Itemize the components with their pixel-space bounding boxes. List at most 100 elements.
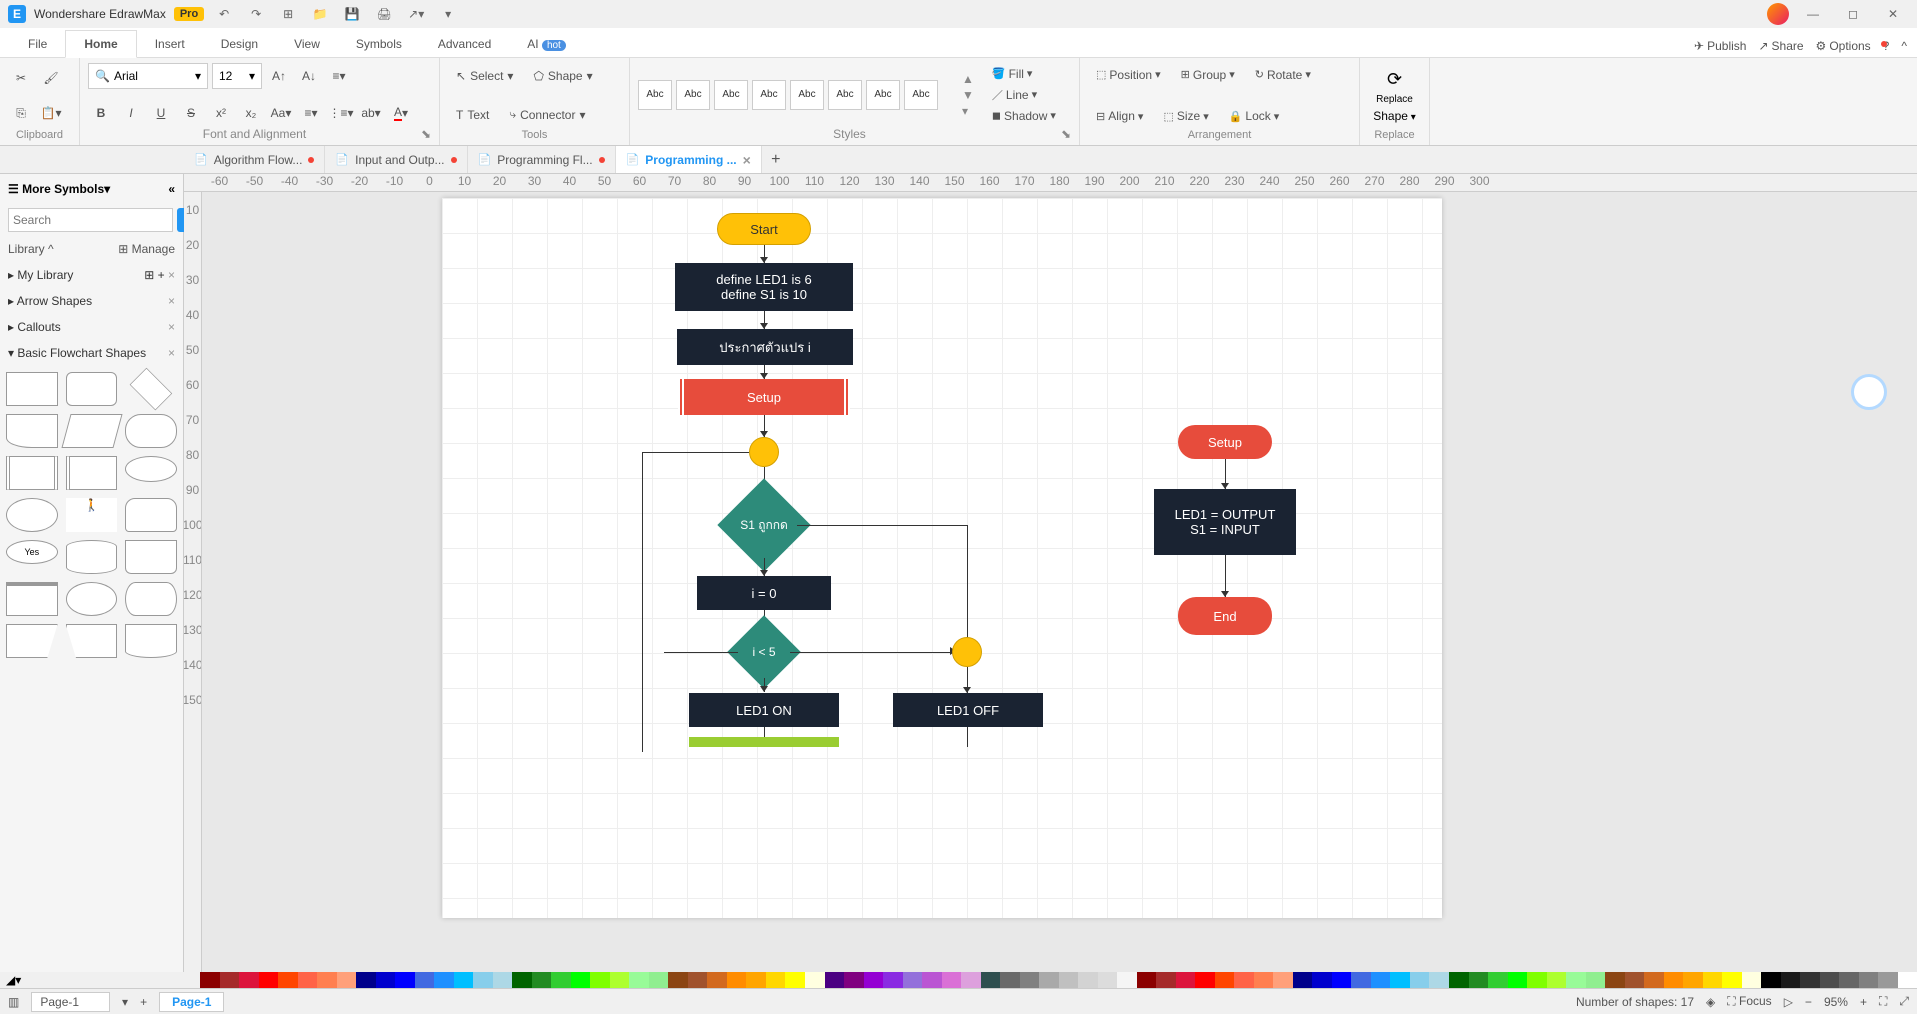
style-preset[interactable]: Abc: [638, 80, 672, 110]
color-swatch[interactable]: [1683, 972, 1703, 988]
shape-trap2[interactable]: [66, 624, 118, 658]
color-swatch[interactable]: [1371, 972, 1391, 988]
color-swatch[interactable]: [512, 972, 532, 988]
bold-icon[interactable]: B: [88, 100, 114, 126]
color-swatch[interactable]: [1566, 972, 1586, 988]
color-swatch[interactable]: [825, 972, 845, 988]
replace-shape-icon[interactable]: ⟳: [1387, 69, 1402, 90]
color-swatch[interactable]: [493, 972, 513, 988]
color-swatch[interactable]: [1898, 972, 1917, 988]
color-swatch[interactable]: [961, 972, 981, 988]
color-swatch[interactable]: [1761, 972, 1781, 988]
add-tab-button[interactable]: +: [762, 151, 790, 169]
color-swatch[interactable]: [864, 972, 884, 988]
color-swatch[interactable]: [1469, 972, 1489, 988]
page-dropdown-icon[interactable]: ▾: [122, 995, 128, 1009]
color-swatch[interactable]: [1625, 972, 1645, 988]
export-icon[interactable]: ↗▾: [404, 2, 428, 26]
fontsize-up-icon[interactable]: A↑: [266, 63, 292, 89]
color-swatch[interactable]: [610, 972, 630, 988]
shape-terminator[interactable]: [125, 414, 177, 448]
collapse-ribbon-icon[interactable]: ^: [1901, 39, 1907, 53]
color-swatch[interactable]: [434, 972, 454, 988]
color-swatch[interactable]: [1312, 972, 1332, 988]
position-button[interactable]: ⬚ Position▾: [1088, 66, 1169, 84]
color-swatch[interactable]: [1703, 972, 1723, 988]
color-swatch[interactable]: [1098, 972, 1118, 988]
fc-start[interactable]: Start: [717, 213, 811, 245]
presentation-icon[interactable]: ▷: [1784, 995, 1793, 1009]
menu-home[interactable]: Home: [65, 30, 136, 58]
fc-declare[interactable]: ประกาศตัวแปร i: [677, 329, 853, 365]
color-swatch[interactable]: [1254, 972, 1274, 988]
color-swatch[interactable]: [1781, 972, 1801, 988]
fc-izero[interactable]: i = 0: [697, 576, 831, 610]
add-page-button[interactable]: +: [140, 995, 147, 1009]
shape-ellipse[interactable]: [125, 456, 177, 482]
color-swatch[interactable]: [1059, 972, 1079, 988]
shape-tool[interactable]: ⬠ Shape ▾: [525, 63, 600, 89]
color-swatch[interactable]: [1488, 972, 1508, 988]
library-label[interactable]: Library ^: [8, 242, 54, 256]
fontsize-select[interactable]: 12▾: [212, 63, 262, 89]
collapse-sidebar-icon[interactable]: «: [168, 182, 175, 196]
color-swatch[interactable]: [1527, 972, 1547, 988]
shape-circle2[interactable]: [66, 582, 118, 616]
options-button[interactable]: ⚙ Options: [1816, 39, 1871, 53]
menu-ai[interactable]: AI hot: [509, 31, 584, 57]
maximize-icon[interactable]: ◻: [1837, 2, 1869, 26]
color-swatch[interactable]: [1156, 972, 1176, 988]
menu-advanced[interactable]: Advanced: [420, 31, 509, 57]
color-swatch[interactable]: [1839, 972, 1859, 988]
color-swatch[interactable]: [1859, 972, 1879, 988]
publish-button[interactable]: ✈ Publish: [1694, 39, 1746, 53]
color-swatch[interactable]: [903, 972, 923, 988]
size-button[interactable]: ⬚ Size▾: [1155, 107, 1216, 125]
search-input[interactable]: [8, 208, 173, 232]
menu-design[interactable]: Design: [203, 31, 276, 57]
shape-yes[interactable]: Yes: [6, 540, 58, 564]
color-swatch[interactable]: [1020, 972, 1040, 988]
color-swatch[interactable]: [1273, 972, 1293, 988]
underline-icon[interactable]: U: [148, 100, 174, 126]
rotate-button[interactable]: ↻ Rotate▾: [1247, 66, 1319, 84]
fc-output[interactable]: LED1 = OUTPUT S1 = INPUT: [1154, 489, 1296, 555]
fc-decision-s1[interactable]: S1 ถูกกด: [731, 492, 797, 558]
color-swatch[interactable]: [1586, 972, 1606, 988]
list-icon[interactable]: ⋮≡▾: [328, 100, 354, 126]
color-swatch[interactable]: [1390, 972, 1410, 988]
color-swatch[interactable]: [259, 972, 279, 988]
undo-icon[interactable]: ↶: [212, 2, 236, 26]
zoom-out-icon[interactable]: −: [1805, 995, 1812, 1009]
color-swatch[interactable]: [668, 972, 688, 988]
color-swatch[interactable]: [473, 972, 493, 988]
color-swatch[interactable]: [1332, 972, 1352, 988]
color-swatch[interactable]: [454, 972, 474, 988]
shape-card[interactable]: [125, 540, 177, 574]
fc-ledoff[interactable]: LED1 OFF: [893, 693, 1043, 727]
styles-up-icon[interactable]: ▲: [962, 72, 974, 86]
color-swatch[interactable]: [551, 972, 571, 988]
color-swatch[interactable]: [1508, 972, 1528, 988]
share-button[interactable]: ↗ Share: [1758, 39, 1803, 53]
cat-mylibrary[interactable]: ▸ My Library⊞ + ×: [0, 262, 183, 288]
align-button[interactable]: ⊟ Align▾: [1088, 107, 1151, 125]
color-swatch[interactable]: [649, 972, 669, 988]
fc-next[interactable]: [689, 737, 839, 747]
shape-trap[interactable]: [6, 624, 58, 658]
shape-parallelogram[interactable]: [61, 414, 122, 448]
color-swatch[interactable]: [1429, 972, 1449, 988]
color-swatch[interactable]: [337, 972, 357, 988]
paste-icon[interactable]: 📋▾: [38, 100, 64, 126]
group-button[interactable]: ⊞ Group▾: [1173, 66, 1243, 84]
color-swatch[interactable]: [1547, 972, 1567, 988]
page-select[interactable]: Page-1: [31, 992, 110, 1012]
help-button[interactable]: ?: [1883, 39, 1890, 53]
more-icon[interactable]: ▾: [436, 2, 460, 26]
color-swatch[interactable]: [766, 972, 786, 988]
canvas[interactable]: Start define LED1 is 6 define S1 is 10 ป…: [202, 192, 1917, 972]
shape-doc[interactable]: [6, 414, 58, 448]
text-tool[interactable]: T Text: [448, 102, 497, 128]
color-swatch[interactable]: [1078, 972, 1098, 988]
color-swatch[interactable]: [376, 972, 396, 988]
